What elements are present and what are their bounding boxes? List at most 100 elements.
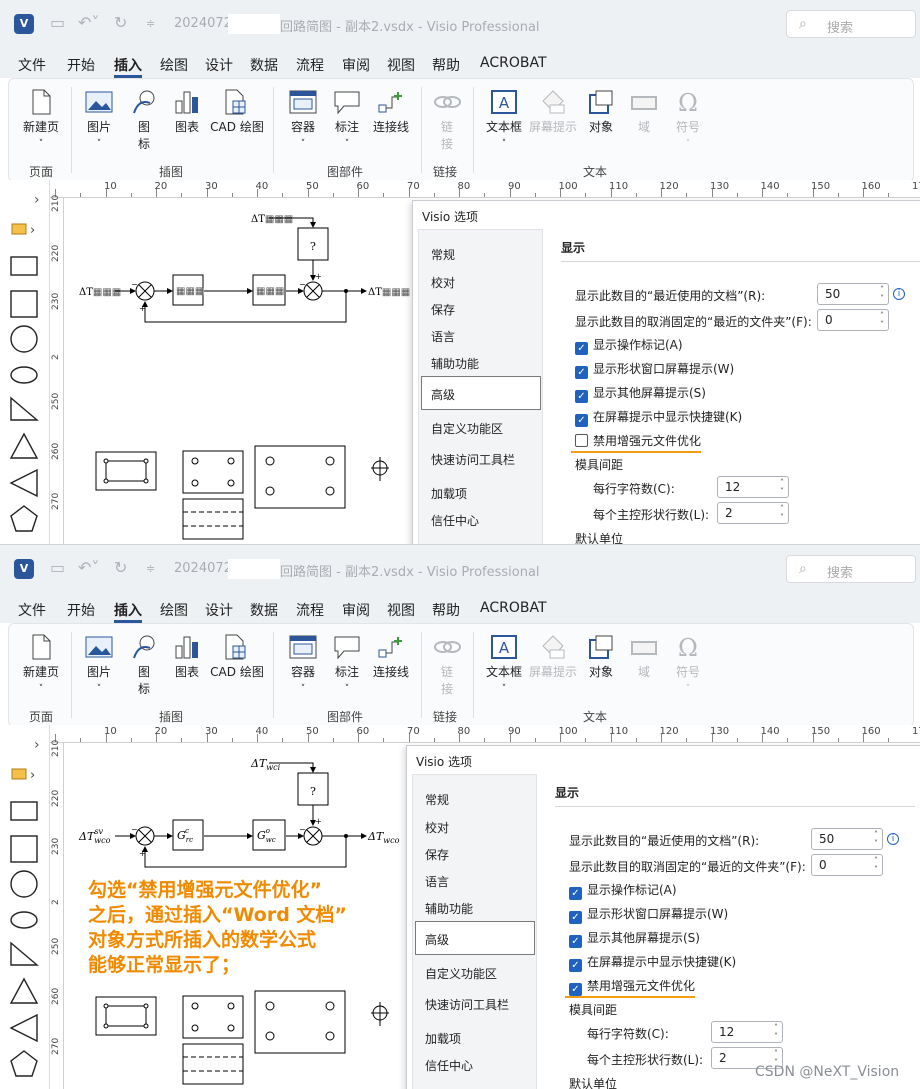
check-shortcuts[interactable]: ✓ 在屏幕提示中显示快捷键(K) — [575, 408, 742, 427]
menu-tab-5[interactable]: 数据 — [250, 600, 278, 620]
connector-button[interactable]: 连接线 — [369, 89, 413, 135]
recent-folders-spinner[interactable]: 0 ˄ ˅ — [817, 309, 889, 331]
right-triangle-shape-icon[interactable] — [10, 396, 39, 421]
resistor-box[interactable] — [95, 996, 157, 1036]
menu-tab-2[interactable]: 插入 — [114, 600, 142, 620]
search-box[interactable]: ⌕ 搜索 — [786, 10, 916, 38]
checkbox-checked-icon[interactable]: ✓ — [569, 983, 582, 996]
menu-tab-8[interactable]: 视图 — [387, 600, 415, 620]
check-other-tips[interactable]: ✓ 显示其他屏幕提示(S) — [569, 929, 700, 948]
checkbox-checked-icon[interactable]: ✓ — [569, 935, 582, 948]
square-shape-icon[interactable] — [10, 835, 38, 863]
menu-tab-0[interactable]: 文件 — [18, 55, 46, 75]
check-disable-metafile-optimization[interactable]: ✓ 禁用增强元文件优化 — [569, 977, 695, 996]
info-icon[interactable]: i — [887, 833, 899, 845]
dashed-table-box[interactable] — [182, 498, 244, 540]
pentagon-shape-icon[interactable] — [10, 505, 38, 532]
field-button[interactable]: 域 — [629, 89, 659, 135]
save-icon[interactable]: ▭ — [50, 13, 65, 32]
menu-tab-4[interactable]: 设计 — [205, 600, 233, 620]
sidebar-item-7[interactable]: 快速访问工具栏 — [431, 451, 515, 468]
check-shape-tips[interactable]: ✓ 显示形状窗口屏幕提示(W) — [569, 905, 728, 924]
circle-shape-icon[interactable] — [10, 870, 38, 898]
menu-tab-2[interactable]: 插入 — [114, 55, 142, 75]
menu-tab-9[interactable]: 帮助 — [432, 55, 460, 75]
rectangle-shape-icon[interactable] — [10, 801, 38, 821]
screentip-button[interactable]: 屏幕提示 — [525, 634, 581, 680]
checkbox-checked-icon[interactable]: ✓ — [569, 959, 582, 972]
triangle-shape-icon[interactable] — [9, 432, 39, 459]
recent-docs-spinner[interactable]: 50 ˄ ˅ — [817, 283, 889, 305]
icons-button[interactable]: 图标 — [129, 634, 159, 697]
checkbox-checked-icon[interactable]: ✓ — [575, 342, 588, 355]
left-triangle-shape-icon[interactable] — [9, 468, 38, 498]
sidebar-item-8[interactable]: 加载项 — [425, 1030, 461, 1047]
menu-tab-8[interactable]: 视图 — [387, 55, 415, 75]
menu-tab-9[interactable]: 帮助 — [432, 600, 460, 620]
ellipse-shape-icon[interactable] — [10, 366, 38, 384]
checkbox-unchecked-icon[interactable] — [575, 434, 588, 447]
ellipse-shape-icon[interactable] — [10, 911, 38, 929]
connector-button[interactable]: 连接线 — [369, 634, 413, 680]
chart-button[interactable]: 图表 — [169, 89, 205, 135]
chars-per-line-spinner[interactable]: 12 ˄ ˅ — [711, 1021, 783, 1043]
check-operation-tags[interactable]: ✓ 显示操作标记(A) — [575, 336, 683, 355]
stencils-icon[interactable] — [11, 223, 27, 235]
new-page-button[interactable]: 新建页 ˅ — [19, 89, 63, 149]
sidebar-item-1[interactable]: 校对 — [425, 819, 449, 836]
sidebar-item-6[interactable]: 自定义功能区 — [431, 420, 503, 437]
sidebar-item-7[interactable]: 快速访问工具栏 — [425, 996, 509, 1013]
shapes-per-row-spinner[interactable]: 2 ˄ ˅ — [717, 502, 789, 524]
check-disable-metafile-optimization[interactable]: 禁用增强元文件优化 — [575, 432, 701, 449]
square-shape-icon[interactable] — [10, 290, 38, 318]
checkbox-checked-icon[interactable]: ✓ — [569, 887, 582, 900]
search-box[interactable]: ⌕ 搜索 — [786, 555, 916, 583]
sidebar-item-0[interactable]: 常规 — [425, 791, 449, 808]
spinner-arrows-icon[interactable]: ˄ ˅ — [780, 504, 784, 522]
sidebar-item-5[interactable]: 高级 — [431, 386, 455, 403]
menu-tab-3[interactable]: 绘图 — [160, 55, 188, 75]
undo-icon[interactable]: ↶˅ — [78, 558, 99, 577]
spinner-arrows-icon[interactable]: ˄ ˅ — [774, 1023, 778, 1041]
spinner-arrows-icon[interactable]: ˄ ˅ — [880, 311, 884, 329]
redo-icon[interactable]: ↻ — [114, 558, 127, 577]
menu-tab-3[interactable]: 绘图 — [160, 600, 188, 620]
check-other-tips[interactable]: ✓ 显示其他屏幕提示(S) — [575, 384, 706, 403]
connector-box-1[interactable] — [182, 995, 244, 1039]
icons-button[interactable]: 图标 — [129, 89, 159, 152]
checkbox-checked-icon[interactable]: ✓ — [575, 414, 588, 427]
recent-docs-spinner[interactable]: 50 ˄ ˅ — [811, 828, 883, 850]
connector-box-1[interactable] — [182, 450, 244, 494]
dashed-table-box[interactable] — [182, 1043, 244, 1085]
spinner-arrows-icon[interactable]: ˄ ˅ — [874, 830, 878, 848]
container-button[interactable]: 容器 ˅ — [285, 89, 321, 149]
chars-per-line-spinner[interactable]: 12 ˄ ˅ — [717, 476, 789, 498]
sidebar-item-8[interactable]: 加载项 — [431, 485, 467, 502]
spinner-arrows-icon[interactable]: ˄ ˅ — [780, 478, 784, 496]
new-page-button[interactable]: 新建页 ˅ — [19, 634, 63, 694]
picture-button[interactable]: 图片 ˅ — [81, 89, 117, 149]
textbox-button[interactable]: A 文本框 ˅ — [483, 89, 525, 149]
stencils-chevron-icon[interactable]: › — [30, 768, 35, 783]
spinner-arrows-icon[interactable]: ˄ ˅ — [880, 285, 884, 303]
sidebar-item-1[interactable]: 校对 — [431, 274, 455, 291]
check-shortcuts[interactable]: ✓ 在屏幕提示中显示快捷键(K) — [569, 953, 736, 972]
menu-tab-6[interactable]: 流程 — [296, 55, 324, 75]
symbol-button[interactable]: Ω 符号 ˅ — [673, 89, 703, 149]
sidebar-item-3[interactable]: 语言 — [431, 328, 455, 345]
callout-button[interactable]: 标注 ˅ — [329, 634, 365, 694]
callout-button[interactable]: 标注 ˅ — [329, 89, 365, 149]
left-triangle-shape-icon[interactable] — [9, 1013, 38, 1043]
stencils-icon[interactable] — [11, 768, 27, 780]
menu-tab-5[interactable]: 数据 — [250, 55, 278, 75]
connector-box-2[interactable] — [254, 990, 346, 1054]
menu-tab-7[interactable]: 审阅 — [342, 55, 370, 75]
sidebar-item-9[interactable]: 信任中心 — [431, 512, 479, 529]
info-icon[interactable]: i — [893, 288, 905, 300]
menu-tab-10[interactable]: ACROBAT — [480, 55, 547, 71]
cad-drawing-button[interactable]: CAD 绘图 — [209, 89, 265, 135]
sidebar-item-4[interactable]: 辅助功能 — [431, 355, 479, 372]
screentip-button[interactable]: 屏幕提示 — [525, 89, 581, 135]
chart-button[interactable]: 图表 — [169, 634, 205, 680]
sidebar-item-4[interactable]: 辅助功能 — [425, 900, 473, 917]
